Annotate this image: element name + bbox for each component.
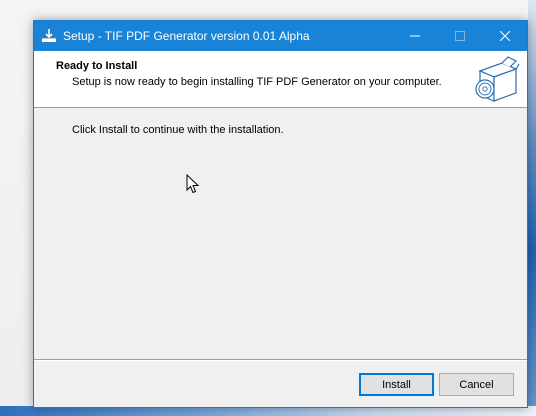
installer-icon (42, 29, 56, 42)
maximize-button[interactable] (437, 21, 482, 51)
minimize-icon (409, 35, 420, 37)
page-title: Ready to Install (56, 60, 138, 72)
footer-divider (34, 359, 527, 361)
wizard-body: Click Install to continue with the insta… (34, 109, 527, 359)
instruction-text: Click Install to continue with the insta… (72, 124, 284, 136)
page-subtitle: Setup is now ready to begin installing T… (72, 76, 442, 88)
wizard-header: Ready to Install Setup is now ready to b… (34, 51, 527, 108)
close-icon (499, 31, 510, 41)
cancel-button[interactable]: Cancel (439, 373, 514, 396)
install-button[interactable]: Install (359, 373, 434, 396)
window-title: Setup - TIF PDF Generator version 0.01 A… (63, 29, 310, 43)
title-bar[interactable]: Setup - TIF PDF Generator version 0.01 A… (34, 21, 527, 51)
software-box-icon (475, 56, 520, 102)
maximize-icon (454, 31, 465, 41)
desktop-wallpaper-edge (528, 0, 536, 416)
setup-window: Setup - TIF PDF Generator version 0.01 A… (33, 20, 528, 408)
mouse-pointer-icon (186, 174, 200, 194)
close-button[interactable] (482, 21, 527, 51)
minimize-button[interactable] (392, 21, 437, 51)
